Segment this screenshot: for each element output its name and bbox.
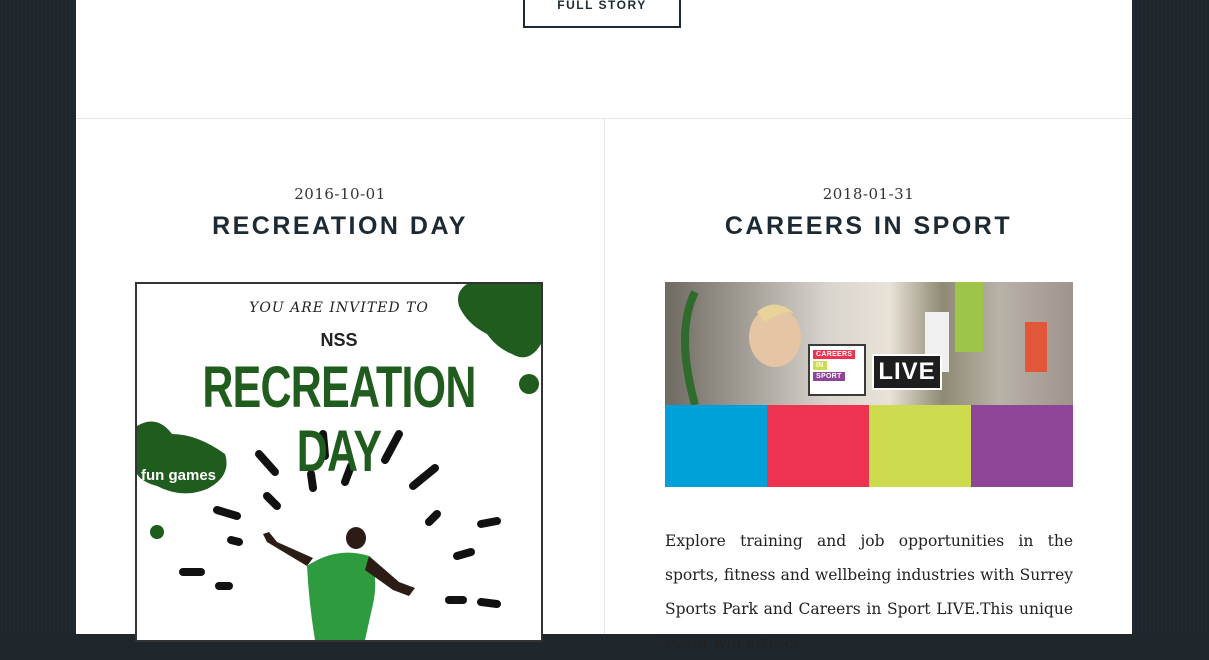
color-band-lime — [869, 405, 971, 487]
news-card-recreation-day: 2016-10-01 RECREATION DAY YOU ARE INVITE… — [76, 119, 604, 642]
color-band-purple — [971, 405, 1073, 487]
post-title[interactable]: CAREERS IN SPORT — [605, 212, 1132, 241]
careers-badge: CAREERS IN SPORT — [808, 344, 866, 396]
careers-in-sport-image[interactable]: CAREERS IN SPORT LIVE — [665, 282, 1073, 487]
poster-org: NSS — [320, 330, 358, 350]
live-logo: LIVE — [872, 354, 942, 390]
news-card-careers-in-sport: 2018-01-31 CAREERS IN SPORT CAREERS IN S… — [605, 119, 1132, 652]
athletes-photo-icon — [681, 282, 1047, 407]
color-band-blue — [665, 405, 767, 487]
badge-line: CAREERS — [813, 350, 856, 359]
post-excerpt: Explore training and job opportunities i… — [665, 532, 1073, 652]
sports-photo: CAREERS IN SPORT LIVE — [665, 282, 1073, 407]
poster-tag: fun games — [141, 467, 217, 484]
badge-line: SPORT — [813, 372, 845, 381]
post-date: 2018-01-31 — [822, 185, 915, 203]
post-title[interactable]: RECREATION DAY — [76, 212, 604, 241]
poster-headline: RECREATION DAY — [202, 355, 476, 484]
news-container: FULL STORY 2016-10-01 RECREATION DAY YOU… — [76, 0, 1132, 652]
full-story-button[interactable]: FULL STORY — [523, 0, 681, 28]
post-date: 2016-10-01 — [294, 185, 386, 203]
color-band-red — [767, 405, 869, 487]
badge-line: IN — [813, 361, 827, 370]
color-bands — [665, 405, 1073, 487]
recreation-day-poster[interactable]: YOU ARE INVITED TO NSS RECREATION DAY fu… — [135, 282, 543, 642]
poster-invite-text: YOU ARE INVITED TO — [249, 300, 429, 316]
